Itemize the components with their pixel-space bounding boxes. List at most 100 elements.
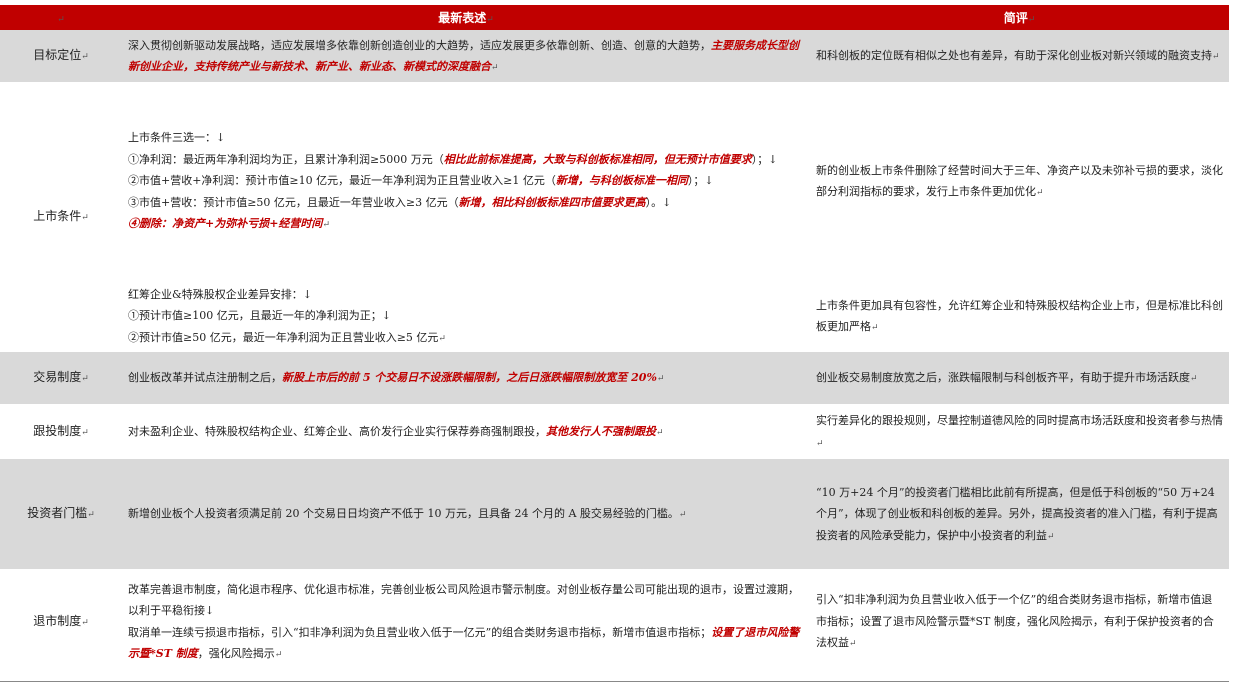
enter-mark: ↵ (87, 510, 95, 521)
description-text: ）。↓ (645, 195, 672, 209)
highlight-text: ④删除：净资产+为弥补亏损+经营时间 (128, 217, 323, 231)
comment-text: 引入“扣非净利润为负且营业收入低于一个亿”的组合类财务退市指标，新增市值退市指标… (816, 593, 1214, 650)
description-text: ②市值+营收+净利润：预计市值≥10 亿元，最近一年净利润为正且营业收入≥1 亿… (128, 174, 556, 188)
enter-mark: ↵ (871, 323, 879, 333)
enter-mark: ↵ (1036, 188, 1044, 198)
comment-text: 新的创业板上市条件删除了经营时间大于三年、净资产以及未弥补亏损的要求，淡化部分利… (816, 163, 1223, 199)
description-text: 取消单一连续亏损退市指标，引入“扣非净利润为负且营业收入低于一亿元”的组合类财务… (128, 625, 712, 639)
row-category-label: 交易制度 (33, 370, 82, 385)
description-text: 上市条件三选一：↓ (128, 131, 226, 145)
description-line: ①净利润：最近两年净利润均为正，且累计净利润≥5000 万元（相比此前标准提高，… (128, 149, 804, 171)
bottom-rule (0, 681, 1229, 682)
comment-text: “10 万+24 个月”的投资者门槛相比此前有所提高，但是低于科创板的“50 万… (816, 485, 1218, 542)
highlight-text: 新增，与科创板标准一相同 (555, 174, 688, 188)
row-comment: 和科创板的定位既有相似之处也有差异，有助于深化创业板对新兴领域的融资支持↵ (810, 30, 1229, 82)
highlight-text: 其他发行人不强制跟投 (546, 424, 656, 438)
row-comment: “10 万+24 个月”的投资者门槛相比此前有所提高，但是低于科创板的“50 万… (810, 459, 1229, 569)
row-category: 交易制度↵ (0, 352, 122, 404)
description-text: ③市值+营收：预计市值≥50 亿元，且最近一年营业收入≥3 亿元（ (128, 195, 459, 209)
row-category: 退市制度↵ (0, 569, 122, 674)
enter-mark: ↵ (274, 650, 283, 660)
table-row: 交易制度↵ 创业板改革并试点注册制之后，新股上市后的前 5 个交易日不设涨跌幅限制… (0, 352, 1229, 404)
description-text: 红筹企业&特殊股权企业差异安排：↓ (128, 287, 313, 301)
enter-mark: ↵ (491, 63, 499, 73)
highlight-text: 相比此前标准提高，大致与科创板标准相同，但无预计市值要求 (443, 152, 752, 166)
description-text: 创业板改革并试点注册制之后， (128, 371, 282, 385)
row-comment: 引入“扣非净利润为负且营业收入低于一个亿”的组合类财务退市指标，新增市值退市指标… (810, 569, 1229, 674)
enter-mark: ↵ (1047, 531, 1055, 542)
table-row: 投资者门槛↵ 新增创业板个人投资者须满足前 20 个交易日日均资产不低于 10 万… (0, 459, 1229, 569)
enter-mark: ↵ (678, 510, 687, 521)
description-text: 新增创业板个人投资者须满足前 20 个交易日日均资产不低于 10 万元，且具备 … (128, 507, 679, 521)
enter-mark: ↵ (816, 438, 824, 449)
enter-mark: ↵ (322, 220, 330, 231)
description-text: 深入贯彻创新驱动发展战略，适应发展增多依靠创新创造创业的大趋势，适应发展更多依靠… (128, 38, 711, 52)
row-category: 目标定位↵ (0, 30, 122, 82)
table-row: 退市制度↵ 改革完善退市制度，简化退市程序、优化退市标准，完善创业板公司风险退市警… (0, 569, 1229, 674)
description-text: ）；↓ (687, 174, 714, 188)
description-line: ②市值+营收+净利润：预计市值≥10 亿元，最近一年净利润为正且营业收入≥1 亿… (128, 170, 804, 192)
enter-mark: ↵ (81, 617, 89, 628)
enter-mark: ↵ (438, 333, 446, 344)
row-category-label: 退市制度 (33, 613, 82, 628)
row-category-label: 投资者门槛 (27, 506, 88, 521)
description-line: 对未盈利企业、特殊股权结构企业、红筹企业、高价发行企业实行保荐券商强制跟投，其他… (128, 421, 804, 445)
description-line: 改革完善退市制度，简化退市程序、优化退市标准，完善创业板公司风险退市警示制度。对… (128, 579, 804, 622)
row-comment: 创业板交易制度放宽之后，涨跌幅限制与科创板齐平，有助于提升市场活跃度↵ (810, 352, 1229, 404)
description-text: ①净利润：最近两年净利润均为正，且累计净利润≥5000 万元（ (128, 152, 444, 166)
description-text: ，强化风险揭示 (197, 647, 275, 660)
description-line: 深入贯彻创新驱动发展战略，适应发展增多依靠创新创造创业的大趋势，适应发展更多依靠… (128, 35, 804, 80)
table-row: 目标定位↵ 深入贯彻创新驱动发展战略，适应发展增多依靠创新创造创业的大趋势，适应发… (0, 30, 1229, 82)
row-category: 投资者门槛↵ (0, 459, 122, 569)
enter-mark: ↵ (656, 374, 665, 385)
header-comment: 简评↵ (810, 5, 1229, 30)
table-row: 上市条件↵ 上市条件三选一：↓ ①净利润：最近两年净利润均为正，且累计净利润≥500… (0, 82, 1229, 352)
description-text: ①预计市值≥100 亿元，且最近一年的净利润为正；↓ (128, 309, 391, 323)
description-line: 取消单一连续亏损退市指标，引入“扣非净利润为负且营业收入低于一亿元”的组合类财务… (128, 622, 804, 667)
description-line: ②预计市值≥50 亿元，最近一年净利润为正且营业收入≥5 亿元↵ (128, 327, 804, 351)
enter-mark: ↵ (849, 639, 857, 650)
description-line: 创业板改革并试点注册制之后，新股上市后的前 5 个交易日不设涨跌幅限制，之后日涨… (128, 367, 804, 391)
row-description: 对未盈利企业、特殊股权结构企业、红筹企业、高价发行企业实行保荐券商强制跟投，其他… (122, 404, 810, 459)
description-line: 红筹企业&特殊股权企业差异安排：↓ (128, 284, 804, 306)
description-line: ③市值+营收：预计市值≥50 亿元，且最近一年营业收入≥3 亿元（新增，相比科创… (128, 192, 804, 214)
row-category-label: 上市条件 (33, 209, 82, 224)
table-header-row: ↵ 最新表述↵ 简评↵ (0, 5, 1229, 30)
row-comment: 实行差异化的跟投规则，尽量控制道德风险的同时提高市场活跃度和投资者参与热情 ↵ (810, 404, 1229, 459)
row-description: 红筹企业&特殊股权企业差异安排：↓ ①预计市值≥100 亿元，且最近一年的净利润为… (122, 280, 810, 352)
enter-mark: ↵ (81, 427, 89, 438)
row-description: 新增创业板个人投资者须满足前 20 个交易日日均资产不低于 10 万元，且具备 … (122, 459, 810, 569)
comment-text: 实行差异化的跟投规则，尽量控制道德风险的同时提高市场活跃度和投资者参与热情 (816, 414, 1223, 427)
enter-mark: ↵ (1190, 374, 1198, 385)
description-text: ②预计市值≥50 亿元，最近一年净利润为正且营业收入≥5 亿元 (128, 330, 439, 344)
row-description: 上市条件三选一：↓ ①净利润：最近两年净利润均为正，且累计净利润≥5000 万元（… (122, 82, 810, 280)
description-line: 上市条件三选一：↓ (128, 127, 804, 149)
highlight-text: 新增，相比科创板标准四市值要求更高 (458, 195, 646, 209)
comment-text: 创业板交易制度放宽之后，涨跌幅限制与科创板齐平，有助于提升市场活跃度 (816, 371, 1190, 385)
row-category-label: 目标定位 (33, 48, 82, 63)
row-description: 深入贯彻创新驱动发展战略，适应发展增多依靠创新创造创业的大趋势，适应发展更多依靠… (122, 30, 810, 82)
table-row: 跟投制度↵ 对未盈利企业、特殊股权结构企业、红筹企业、高价发行企业实行保荐券商强制… (0, 404, 1229, 459)
description-text: 改革完善退市制度，简化退市程序、优化退市标准，完善创业板公司风险退市警示制度。对… (128, 582, 799, 618)
header-empty-cell: ↵ (0, 5, 122, 30)
description-line: ④删除：净资产+为弥补亏损+经营时间↵ (128, 213, 804, 237)
enter-mark: ↵ (81, 374, 89, 385)
enter-mark: ↵ (81, 52, 89, 63)
row-category: 上市条件↵ (0, 82, 122, 352)
row-description: 改革完善退市制度，简化退市程序、优化退市标准，完善创业板公司风险退市警示制度。对… (122, 569, 810, 674)
description-line: 新增创业板个人投资者须满足前 20 个交易日日均资产不低于 10 万元，且具备 … (128, 503, 804, 527)
row-comment: 新的创业板上市条件删除了经营时间大于三年、净资产以及未弥补亏损的要求，淡化部分利… (810, 82, 1229, 280)
description-text: 对未盈利企业、特殊股权结构企业、红筹企业、高价发行企业实行保荐券商强制跟投， (128, 424, 546, 438)
highlight-text: 新股上市后的前 5 个交易日不设涨跌幅限制，之后日涨跌幅限制放宽至 20% (282, 371, 657, 385)
header-description: 最新表述↵ (122, 5, 810, 30)
row-description: 创业板改革并试点注册制之后，新股上市后的前 5 个交易日不设涨跌幅限制，之后日涨… (122, 352, 810, 404)
comparison-table: ↵ 最新表述↵ 简评↵ 目标定位↵ 深入贯彻创新驱动发展战略，适应发展增多依靠创新… (0, 5, 1229, 674)
enter-mark: ↵ (656, 427, 664, 438)
row-category-label: 跟投制度 (33, 423, 82, 438)
comment-text: 和科创板的定位既有相似之处也有差异，有助于深化创业板对新兴领域的融资支持 (816, 49, 1212, 63)
description-text: ）；↓ (751, 152, 778, 166)
description-line: ①预计市值≥100 亿元，且最近一年的净利润为正；↓ (128, 305, 804, 327)
enter-mark: ↵ (81, 213, 89, 224)
row-comment: 上市条件更加具有包容性，允许红筹企业和特殊股权结构企业上市，但是标准比科创板更加… (810, 280, 1229, 352)
table-row: 红筹企业&特殊股权企业差异安排：↓ ①预计市值≥100 亿元，且最近一年的净利润为… (0, 280, 1229, 352)
